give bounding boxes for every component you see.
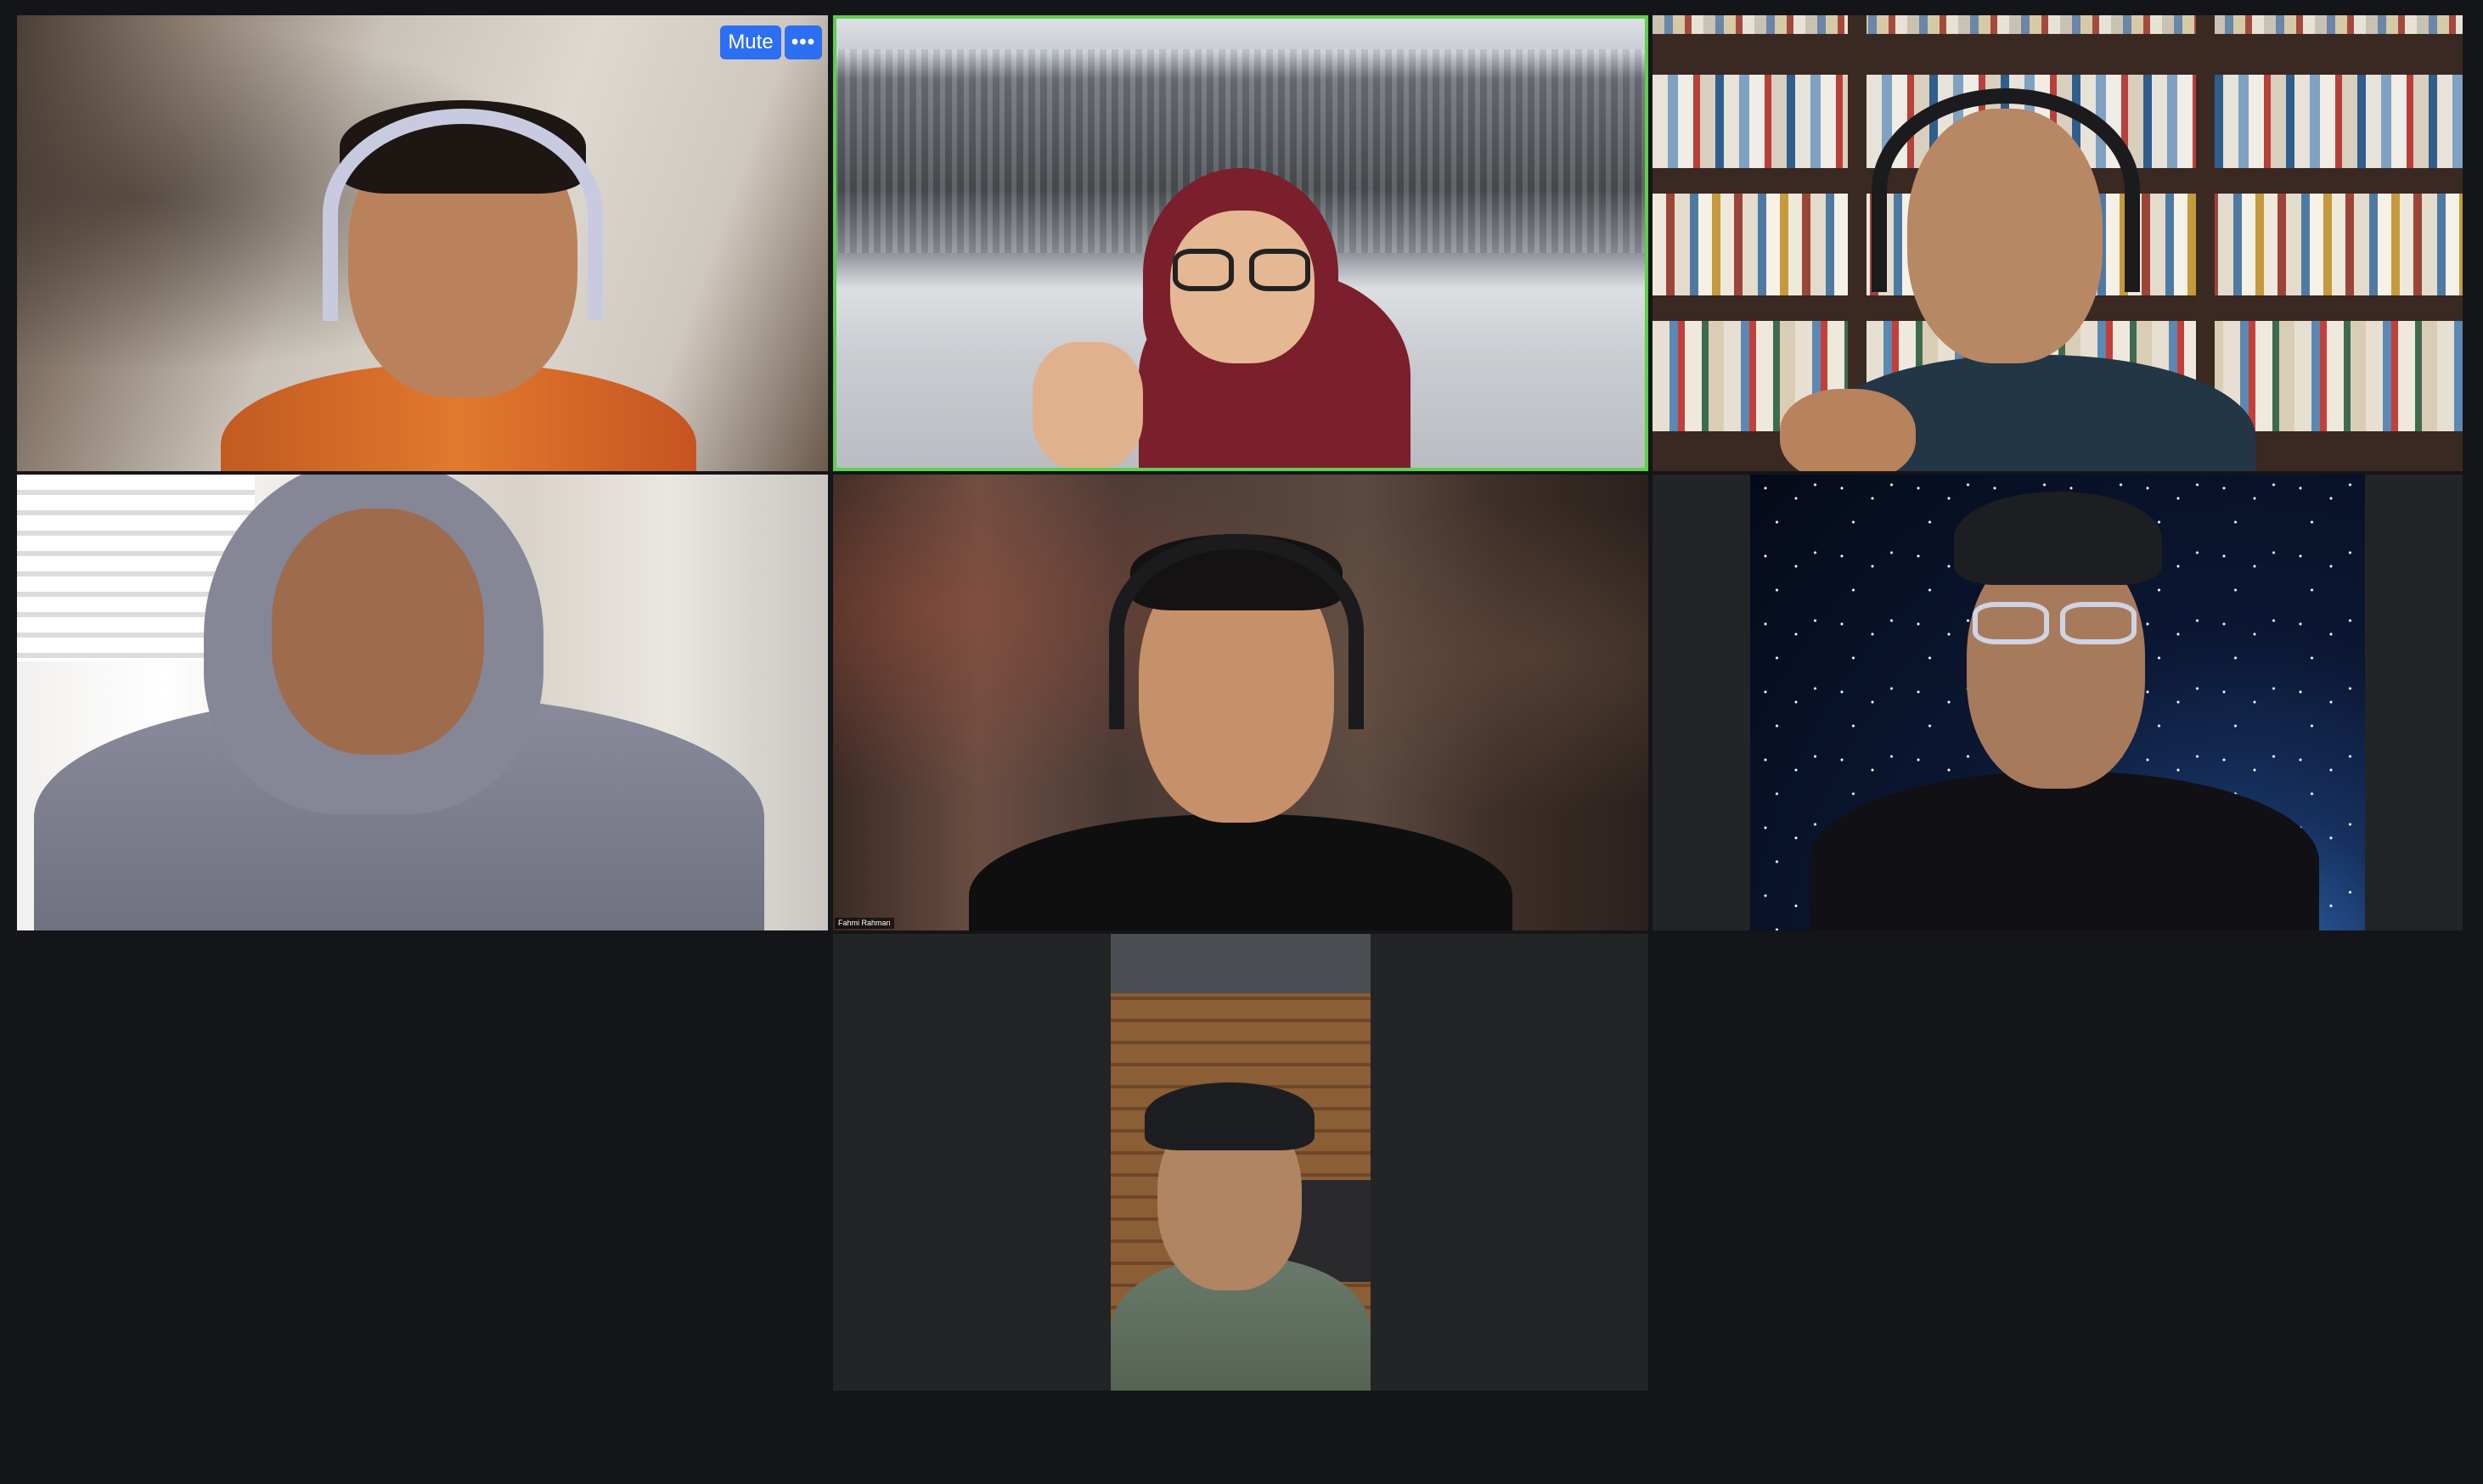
participant-tile-1[interactable]: Mute •••	[17, 15, 828, 471]
participant-tile-6[interactable]	[1653, 475, 2463, 930]
participant-tile-3[interactable]	[1653, 15, 2463, 471]
video-gallery: Mute ••• Fahmi Rahman	[0, 0, 2483, 1484]
cap-icon	[1954, 492, 2162, 585]
headphones-icon	[323, 109, 603, 321]
person-shirt	[1810, 772, 2319, 930]
participant-tile-7[interactable]	[833, 934, 1648, 1391]
participant-video-3	[1653, 15, 2463, 471]
mute-button[interactable]: Mute	[720, 25, 781, 59]
participant-video-5	[833, 475, 1648, 930]
participant-name-label: Fahmi Rahman	[835, 918, 894, 929]
participant-tile-4[interactable]	[17, 475, 828, 930]
participant-video-1	[17, 15, 828, 471]
raised-hand	[1780, 389, 1916, 471]
glasses-icon	[1973, 602, 2049, 644]
more-horizontal-icon: •••	[791, 31, 816, 53]
headset-icon	[1872, 88, 2140, 292]
participant-video-7	[1111, 934, 1371, 1391]
participant-video-6	[1750, 475, 2365, 930]
headset-icon	[1109, 534, 1364, 729]
participant-tile-2[interactable]	[833, 15, 1648, 471]
finger-heart-hand	[1033, 342, 1143, 469]
participant-tile-5[interactable]: Fahmi Rahman	[833, 475, 1648, 930]
participant-video-4	[17, 475, 828, 930]
cap-icon	[1145, 1082, 1315, 1150]
person-face	[272, 509, 484, 755]
more-options-button[interactable]: •••	[785, 25, 822, 59]
participant-video-2	[833, 15, 1648, 471]
glasses-icon	[1173, 249, 1234, 291]
